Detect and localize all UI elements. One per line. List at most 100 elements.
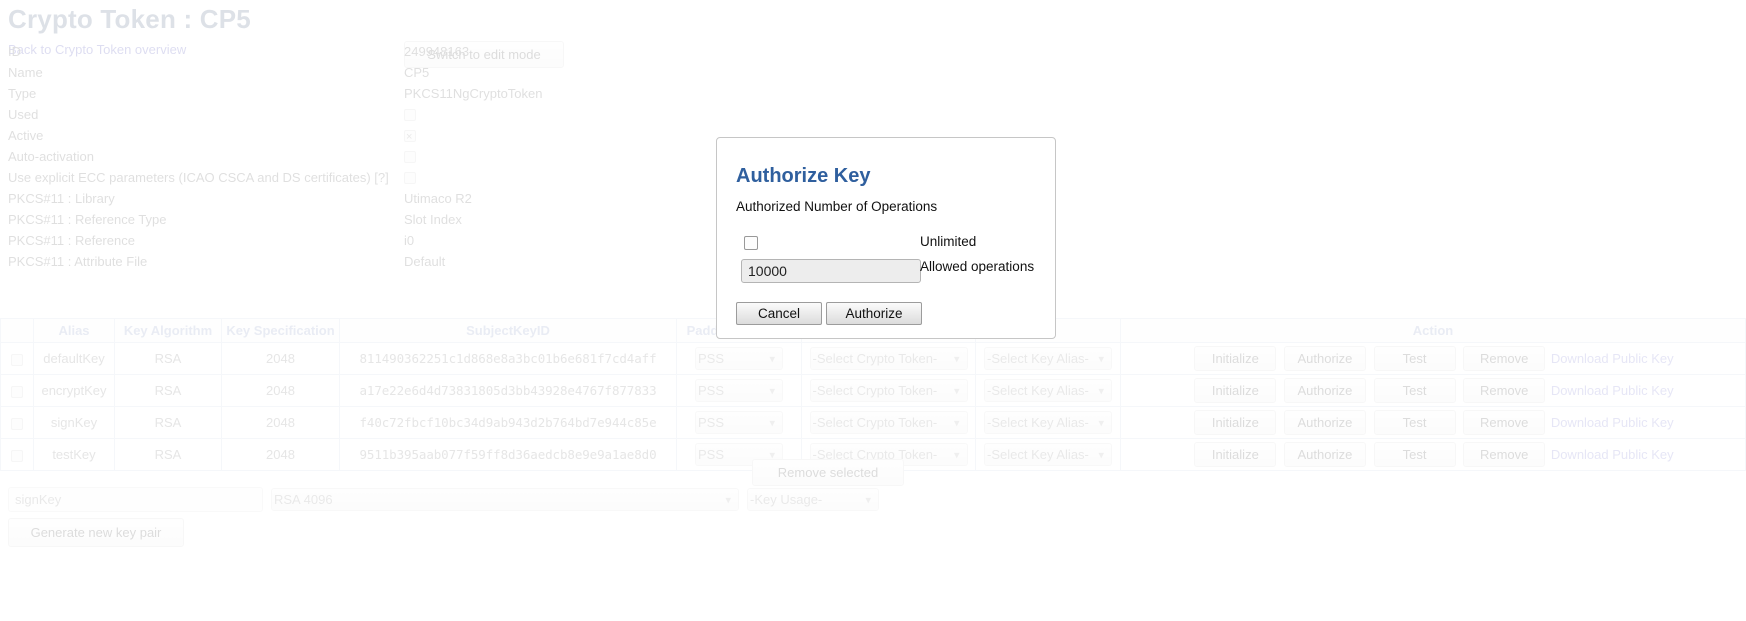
authorize-button[interactable]: Authorize [1284, 442, 1366, 467]
detail-label: PKCS#11 : Attribute File [8, 251, 404, 272]
initialize-button[interactable]: Initialize [1194, 442, 1276, 467]
key-specification-select[interactable]: RSA 4096 [271, 488, 739, 511]
padding-scheme-select[interactable]: PSS [695, 411, 783, 434]
test-button[interactable]: Test [1374, 410, 1456, 435]
authorize-key-dialog: Authorize Key Authorized Number of Opera… [716, 137, 1056, 339]
dialog-authorize-button[interactable]: Authorize [826, 302, 922, 325]
new-key-alias-input[interactable] [8, 487, 263, 512]
header-key-specification: Key Specification [222, 319, 340, 343]
key-alias-select[interactable]: -Select Key Alias- [984, 443, 1112, 466]
detail-value: PKCS11NgCryptoToken [404, 83, 543, 104]
crypto-token-select[interactable]: -Select Crypto Token- [810, 411, 968, 434]
download-public-key-link[interactable]: Download Public Key [1551, 351, 1674, 366]
row-checkbox[interactable] [11, 386, 23, 398]
detail-label: Name [8, 62, 404, 83]
authorize-button[interactable]: Authorize [1284, 346, 1366, 371]
cell-specification: 2048 [222, 439, 340, 471]
explicit-ecc-checkbox[interactable] [404, 172, 416, 184]
used-checkbox[interactable] [404, 109, 416, 121]
initialize-button[interactable]: Initialize [1194, 410, 1276, 435]
authorize-button[interactable]: Authorize [1284, 410, 1366, 435]
cell-algorithm: RSA [115, 439, 222, 471]
cell-action: Initialize Authorize Test Remove Downloa… [1121, 407, 1746, 439]
table-row: encryptKey RSA 2048 a17e22e6d4d73831805d… [1, 375, 1746, 407]
detail-value: 249948163 [404, 41, 469, 62]
cell-padding: PSS [677, 375, 802, 407]
cell-action: Initialize Authorize Test Remove Downloa… [1121, 343, 1746, 375]
cell-alias: testKey [34, 439, 115, 471]
cell-key-alias: -Select Key Alias- [976, 375, 1121, 407]
key-alias-select[interactable]: -Select Key Alias- [984, 347, 1112, 370]
detail-value: CP5 [404, 62, 429, 83]
dialog-cancel-button[interactable]: Cancel [736, 302, 822, 325]
row-checkbox-cell [1, 375, 34, 407]
cell-padding: PSS [677, 343, 802, 375]
detail-value: Default [404, 251, 445, 272]
detail-label: Type [8, 83, 404, 104]
key-alias-select[interactable]: -Select Key Alias- [984, 379, 1112, 402]
cell-alias: signKey [34, 407, 115, 439]
cell-alias: defaultKey [34, 343, 115, 375]
detail-label: Used [8, 104, 404, 125]
crypto-token-select[interactable]: -Select Crypto Token- [810, 347, 968, 370]
detail-value: Slot Index [404, 209, 462, 230]
initialize-button[interactable]: Initialize [1194, 346, 1276, 371]
download-public-key-link[interactable]: Download Public Key [1551, 447, 1674, 462]
detail-label: Active [8, 125, 404, 146]
cell-key-alias: -Select Key Alias- [976, 343, 1121, 375]
page-title: Crypto Token : CP5 [8, 4, 1746, 35]
generate-new-key-pair-button[interactable]: Generate new key pair [8, 518, 184, 547]
padding-scheme-select[interactable]: PSS [695, 347, 783, 370]
row-checkbox[interactable] [11, 450, 23, 462]
cell-algorithm: RSA [115, 375, 222, 407]
cell-algorithm: RSA [115, 343, 222, 375]
table-row: signKey RSA 2048 f40c72fbcf10bc34d9ab943… [1, 407, 1746, 439]
remove-button[interactable]: Remove [1463, 442, 1545, 467]
remove-button[interactable]: Remove [1463, 378, 1545, 403]
test-button[interactable]: Test [1374, 378, 1456, 403]
authorize-button[interactable]: Authorize [1284, 378, 1366, 403]
generate-key-pair-row: RSA 4096 -Key Usage- [8, 487, 879, 512]
allowed-operations-input[interactable] [741, 259, 921, 283]
cell-specification: 2048 [222, 407, 340, 439]
crypto-token-select[interactable]: -Select Crypto Token- [810, 379, 968, 402]
padding-scheme-select[interactable]: PSS [695, 379, 783, 402]
header-alias: Alias [34, 319, 115, 343]
row-checkbox[interactable] [11, 354, 23, 366]
test-button[interactable]: Test [1374, 442, 1456, 467]
row-checkbox-cell [1, 343, 34, 375]
table-row: defaultKey RSA 2048 811490362251c1d868e8… [1, 343, 1746, 375]
download-public-key-link[interactable]: Download Public Key [1551, 383, 1674, 398]
cell-specification: 2048 [222, 375, 340, 407]
download-public-key-link[interactable]: Download Public Key [1551, 415, 1674, 430]
header-select-all [1, 319, 34, 343]
auto-activation-checkbox[interactable] [404, 151, 416, 163]
remove-button[interactable]: Remove [1463, 410, 1545, 435]
key-usage-select[interactable]: -Key Usage- [747, 488, 879, 511]
cell-subjectkeyid: f40c72fbcf10bc34d9ab943d2b764bd7e944c85e [340, 407, 677, 439]
row-checkbox[interactable] [11, 418, 23, 430]
cell-action: Initialize Authorize Test Remove Downloa… [1121, 439, 1746, 471]
active-checkbox[interactable] [404, 130, 416, 142]
detail-row-used: Used [8, 104, 1108, 125]
cell-key-alias: -Select Key Alias- [976, 407, 1121, 439]
unlimited-checkbox[interactable] [744, 236, 758, 250]
cell-padding: PSS [677, 407, 802, 439]
allowed-operations-label: Allowed operations [920, 259, 1034, 274]
key-alias-select[interactable]: -Select Key Alias- [984, 411, 1112, 434]
cell-alias: encryptKey [34, 375, 115, 407]
detail-value: i0 [404, 230, 414, 251]
detail-row-name: Name CP5 [8, 62, 1108, 83]
initialize-button[interactable]: Initialize [1194, 378, 1276, 403]
crypto-token-keys-table: Alias Key Algorithm Key Specification Su… [0, 318, 1746, 471]
cell-subjectkeyid: 811490362251c1d868e8a3bc01b6e681f7cd4aff [340, 343, 677, 375]
test-button[interactable]: Test [1374, 346, 1456, 371]
cell-action: Initialize Authorize Test Remove Downloa… [1121, 375, 1746, 407]
detail-row-type: Type PKCS11NgCryptoToken [8, 83, 1108, 104]
dialog-title: Authorize Key [736, 165, 870, 188]
remove-button[interactable]: Remove [1463, 346, 1545, 371]
detail-label: PKCS#11 : Reference Type [8, 209, 404, 230]
remove-selected-button[interactable]: Remove selected [752, 459, 904, 486]
detail-label: Auto-activation [8, 146, 404, 167]
detail-row-id: ID 249948163 [8, 41, 1108, 62]
